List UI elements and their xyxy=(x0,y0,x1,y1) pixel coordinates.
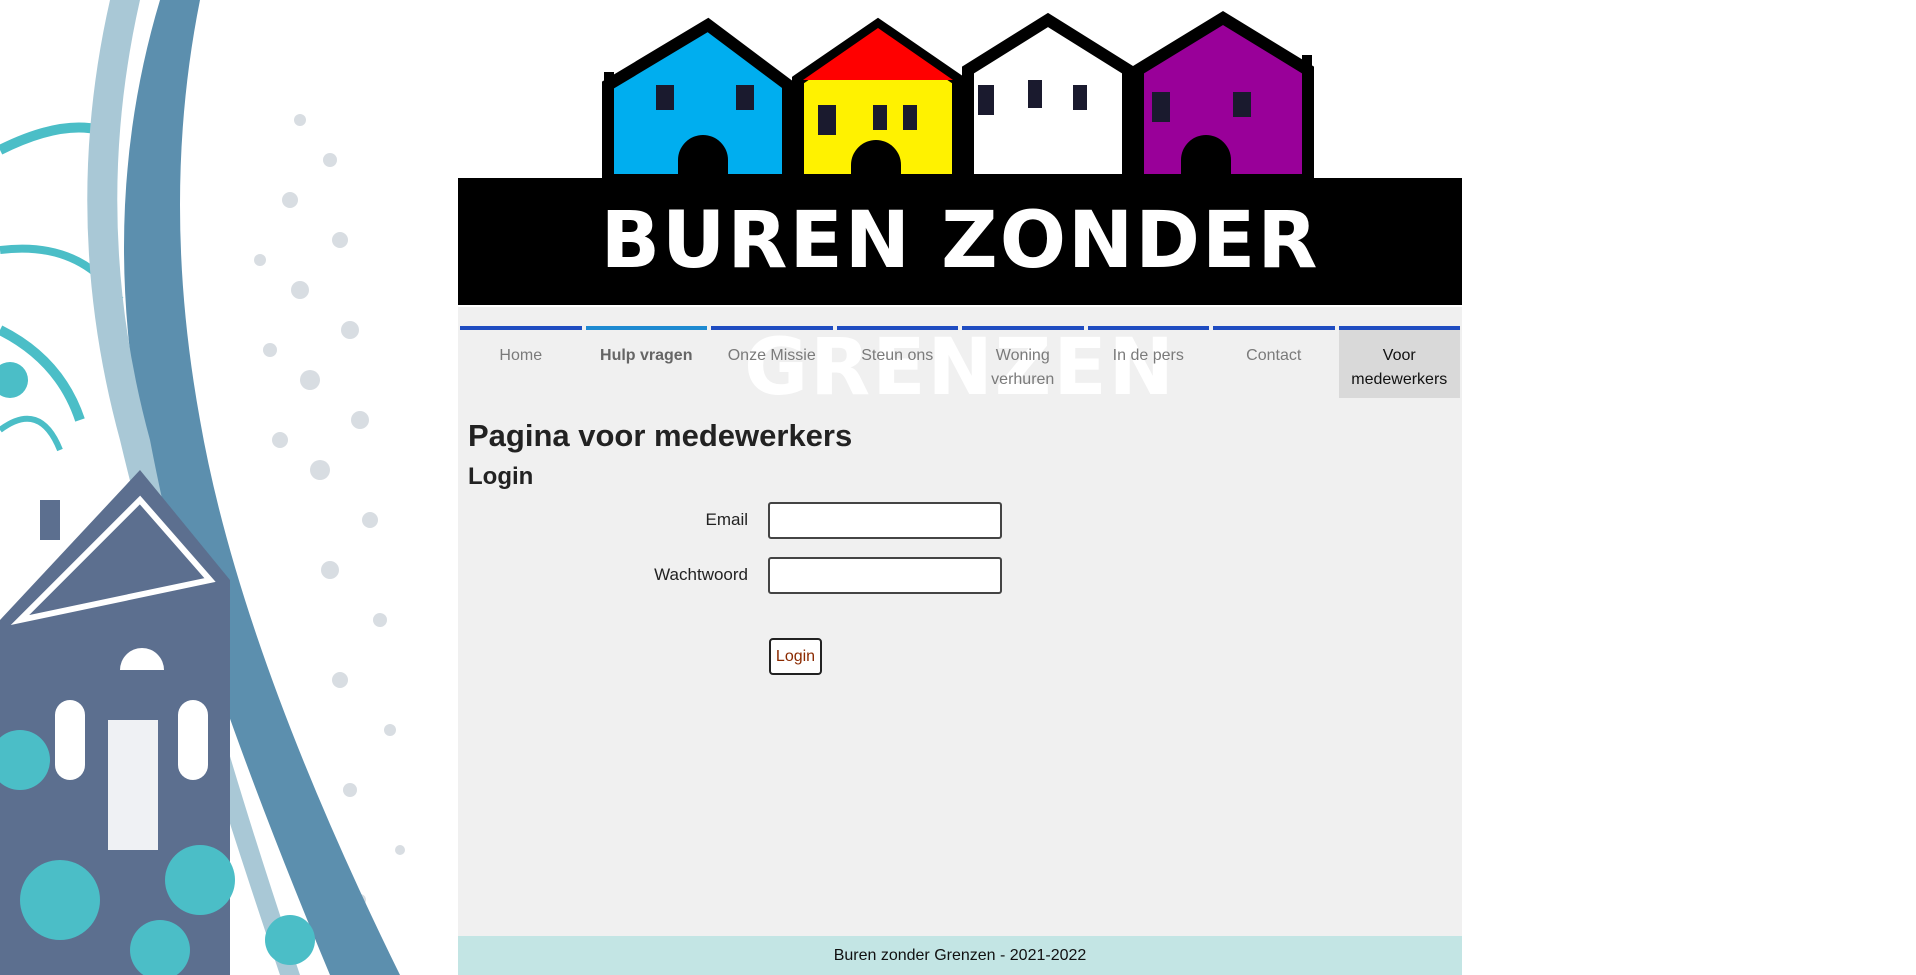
nav-item-in-de-pers[interactable]: In de pers xyxy=(1087,326,1209,398)
email-field[interactable] xyxy=(768,502,1002,539)
login-button[interactable]: Login xyxy=(769,638,822,675)
footer: Buren zonder Grenzen - 2021-2022 xyxy=(458,936,1462,975)
nav-item-steun-ons[interactable]: Steun ons xyxy=(836,326,958,398)
site-banner: BUREN ZONDER GRENZEN xyxy=(458,0,1462,413)
houses-logo-graphic xyxy=(602,10,1314,180)
main-content: BUREN ZONDER GRENZEN Home Hulp vragen On… xyxy=(458,0,1462,975)
password-label: Wachtwoord xyxy=(654,565,748,584)
nav-item-home[interactable]: Home xyxy=(460,326,582,398)
nav-item-woning-verhuren[interactable]: Woning verhuren xyxy=(962,326,1084,398)
nav-item-contact[interactable]: Contact xyxy=(1213,326,1335,398)
nav-item-onze-missie[interactable]: Onze Missie xyxy=(711,326,833,398)
background-illustration xyxy=(0,0,460,975)
password-field[interactable] xyxy=(768,557,1002,594)
login-heading: Login xyxy=(468,463,534,490)
email-label: Email xyxy=(705,510,748,529)
main-nav: Home Hulp vragen Onze Missie Steun ons W… xyxy=(458,326,1462,398)
page: BUREN ZONDER GRENZEN Home Hulp vragen On… xyxy=(0,0,1916,975)
nav-item-hulp-vragen[interactable]: Hulp vragen xyxy=(585,326,707,398)
logo-text: BUREN ZONDER GRENZEN xyxy=(458,178,1462,413)
nav-item-voor-medewerkers[interactable]: Voor medewerkers xyxy=(1338,326,1460,398)
page-title: Pagina voor medewerkers xyxy=(468,418,853,453)
